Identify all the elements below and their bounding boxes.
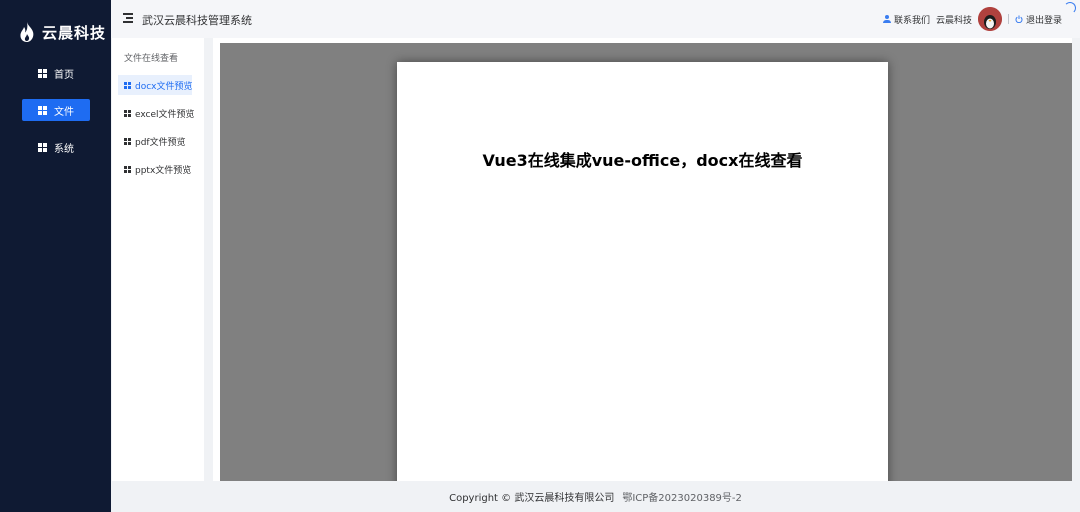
- document-page: Vue3在线集成vue-office，docx在线查看: [397, 62, 888, 481]
- docx-viewer[interactable]: Vue3在线集成vue-office，docx在线查看: [220, 43, 1072, 481]
- submenu-item-label: excel文件预览: [135, 109, 195, 120]
- main-sidebar: 云晨科技 首页 文件 系统: [0, 0, 111, 512]
- copyright-text: Copyright © 武汉云晨科技有限公司: [449, 493, 615, 504]
- submenu-item-label: pptx文件预览: [135, 165, 192, 176]
- grid-icon: [124, 81, 131, 89]
- sidebar-item-files[interactable]: 文件: [22, 99, 90, 121]
- sidebar-item-label: 首页: [54, 69, 74, 81]
- contact-us-link[interactable]: 联系我们: [882, 13, 930, 26]
- avatar[interactable]: [977, 7, 1002, 31]
- sidebar-item-label: 文件: [54, 106, 74, 118]
- grid-icon: [124, 165, 131, 173]
- submenu-item-label: docx文件预览: [135, 81, 193, 92]
- top-header: 武汉云晨科技管理系统 联系我们 云晨科技 退出登录: [111, 0, 1080, 38]
- sidebar-item-label: 系统: [54, 143, 74, 155]
- icp-link[interactable]: 鄂ICP备2023020389号-2: [622, 489, 742, 504]
- grid-icon: [38, 68, 47, 78]
- logout-button[interactable]: 退出登录: [1015, 13, 1062, 26]
- page-title: 武汉云晨科技管理系统: [142, 14, 252, 27]
- document-title: Vue3在线集成vue-office，docx在线查看: [482, 151, 803, 170]
- username: 云晨科技: [935, 15, 972, 26]
- submenu-item-label: pdf文件预览: [135, 137, 186, 148]
- logout-label: 退出登录: [1025, 15, 1062, 26]
- submenu-heading: 文件在线查看: [124, 54, 179, 64]
- grid-icon: [124, 137, 131, 145]
- divider: [1007, 14, 1009, 24]
- sidebar-item-system[interactable]: 系统: [22, 136, 90, 158]
- header-actions: 联系我们 云晨科技 退出登录: [882, 7, 1062, 31]
- file-submenu: 文件在线查看 docx文件预览 excel文件预览 pdf文件预览 pptx文件…: [112, 38, 204, 481]
- sidebar-item-home[interactable]: 首页: [22, 62, 90, 84]
- submenu-item-docx[interactable]: docx文件预览: [118, 75, 193, 95]
- submenu-item-excel[interactable]: excel文件预览: [118, 103, 195, 123]
- power-icon: [1015, 15, 1023, 23]
- menu-toggle-icon[interactable]: [123, 12, 135, 24]
- submenu-item-pptx[interactable]: pptx文件预览: [118, 159, 192, 179]
- grid-icon: [124, 109, 131, 117]
- footer: Copyright © 武汉云晨科技有限公司 鄂ICP备2023020389号-…: [111, 481, 1080, 512]
- flame-icon: [20, 22, 34, 42]
- user-icon: [882, 15, 891, 23]
- grid-icon: [38, 142, 47, 152]
- loading-spinner-icon: [1064, 2, 1076, 14]
- grid-icon: [38, 105, 47, 115]
- brand-name: 云晨科技: [42, 23, 107, 42]
- contact-us-label: 联系我们: [893, 15, 930, 26]
- brand-logo[interactable]: 云晨科技: [18, 20, 106, 44]
- submenu-item-pdf[interactable]: pdf文件预览: [118, 131, 192, 151]
